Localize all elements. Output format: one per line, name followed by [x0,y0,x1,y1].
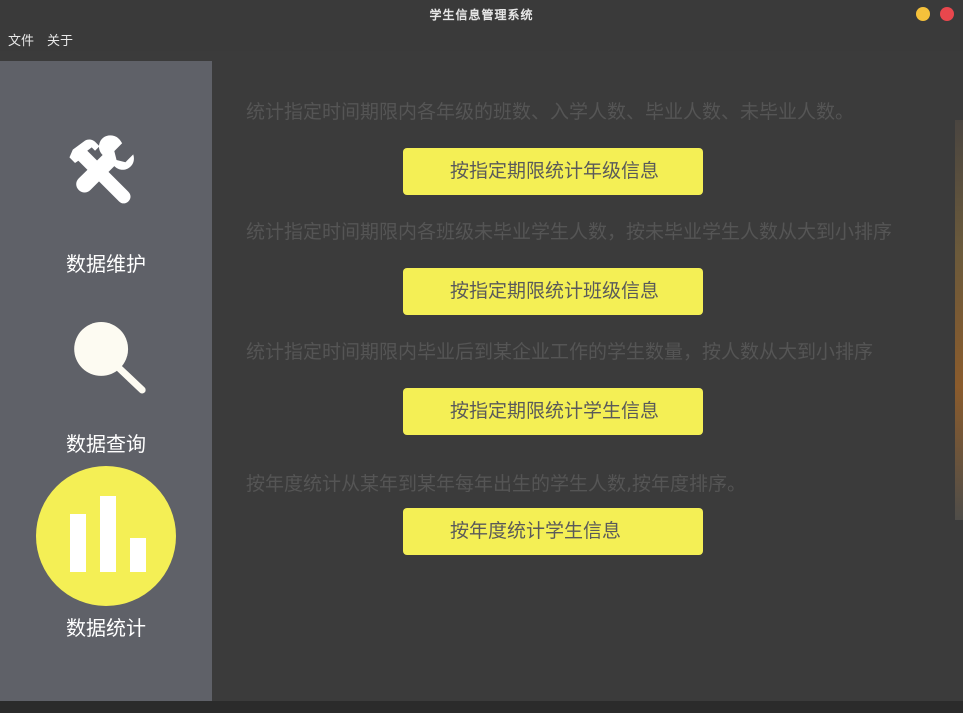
window-edge [955,120,963,520]
sidebar-item-label: 数据维护 [66,252,146,276]
statistics-panel: 统计指定时间期限内各年级的班数、入学人数、毕业人数、未毕业人数。 按指定期限统计… [212,61,963,701]
bottom-edge [0,701,963,713]
sidebar-item-data-maintenance[interactable]: 数据维护 [0,121,212,301]
sidebar-item-label: 数据统计 [66,616,146,640]
close-button[interactable] [940,7,954,21]
student-employment-stats-button[interactable]: 按指定期限统计学生信息 [403,388,703,435]
sidebar-item-data-statistics[interactable]: 数据统计 [0,466,212,646]
menu-file[interactable]: 文件 [8,30,34,49]
grade-stats-button[interactable]: 按指定期限统计年级信息 [403,148,703,195]
search-icon [74,322,146,394]
sidebar: 数据维护 数据查询 数据统计 [0,61,212,701]
section-description: 统计指定时间期限内毕业后到某企业工作的学生数量，按人数从大到小排序 [246,341,874,363]
minimize-button[interactable] [916,7,930,21]
section-description: 统计指定时间期限内各年级的班数、入学人数、毕业人数、未毕业人数。 [246,101,855,123]
class-stats-button[interactable]: 按指定期限统计班级信息 [403,268,703,315]
tools-icon [69,135,134,204]
section-description: 统计指定时间期限内各班级未毕业学生人数，按未毕业学生人数从大到小排序 [246,221,893,243]
yearly-birth-stats-button[interactable]: 按年度统计学生信息 [403,508,703,555]
section-description: 按年度统计从某年到某年每年出生的学生人数,按年度排序。 [246,473,747,495]
bar-chart-icon [70,496,146,572]
menubar: 文件 关于 [0,27,963,51]
sidebar-item-data-query[interactable]: 数据查询 [0,301,212,481]
sidebar-item-label: 数据查询 [66,432,146,456]
window-title: 学生信息管理系统 [429,8,534,22]
window-titlebar: 学生信息管理系统 [0,0,963,27]
menu-about[interactable]: 关于 [47,30,73,49]
